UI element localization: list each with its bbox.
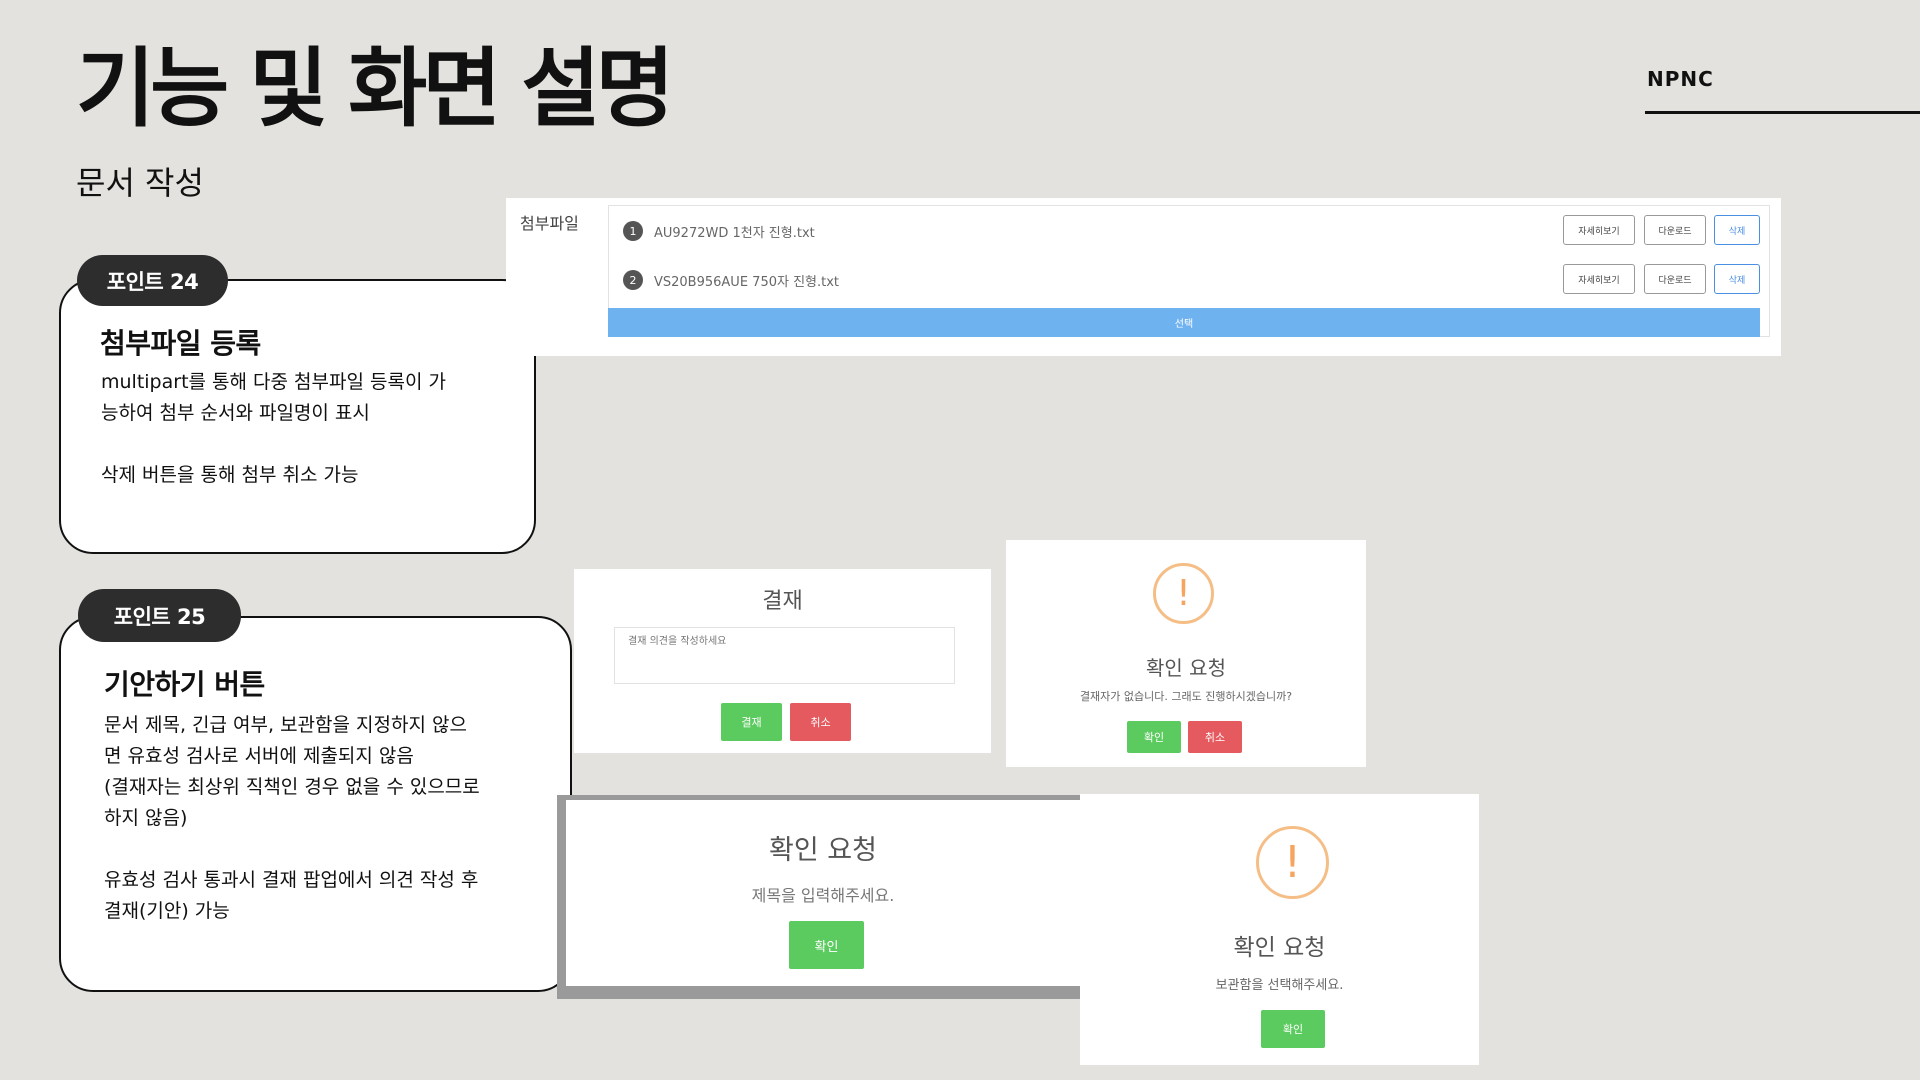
confirm-ok-button[interactable]: 확인 bbox=[1127, 721, 1181, 753]
approval-dialog: 결재 결재 취소 bbox=[574, 569, 991, 753]
detail-button[interactable]: 자세히보기 bbox=[1563, 215, 1635, 245]
point-24-tag: 포인트 24 bbox=[77, 255, 228, 306]
detail-button[interactable]: 자세히보기 bbox=[1563, 264, 1635, 294]
point-25-line: 하지 않음) bbox=[104, 807, 188, 829]
point-24-line: 능하여 첨부 순서와 파일명이 표시 bbox=[101, 402, 370, 424]
delete-button[interactable]: 삭제 bbox=[1714, 215, 1760, 245]
confirm-box-dialog: ! 확인 요청 보관함을 선택해주세요. 확인 bbox=[1080, 794, 1479, 1065]
delete-button[interactable]: 삭제 bbox=[1714, 264, 1760, 294]
point-24-title: 첨부파일 등록 bbox=[100, 327, 261, 360]
brand-label: NPNC bbox=[1647, 67, 1714, 91]
confirm-title-dialog: 확인 요청 제목을 입력해주세요. 확인 bbox=[566, 800, 1080, 986]
select-file-button[interactable]: 선택 bbox=[608, 308, 1760, 337]
confirm-message: 결재자가 없습니다. 그래도 진행하시겠습니까? bbox=[1079, 690, 1293, 703]
approval-dialog-title: 결재 bbox=[762, 589, 803, 614]
cancel-button[interactable]: 취소 bbox=[790, 703, 851, 741]
point-25-line: 면 유효성 검사로 서버에 제출되지 않음 bbox=[104, 745, 414, 767]
page-title: 기능 및 화면 설명 bbox=[76, 39, 675, 139]
point-25-line: (결재자는 최상위 직책인 경우 없을 수 있으므로 bbox=[104, 776, 480, 798]
attachment-label: 첨부파일 bbox=[520, 214, 579, 233]
point-25-line: 문서 제목, 긴급 여부, 보관함을 지정하지 않으 bbox=[104, 714, 467, 736]
attachment-panel: 첨부파일 1 AU9272WD 1천자 진형.txt 자세히보기 다운로드 삭제… bbox=[506, 198, 1781, 356]
point-25-body: 문서 제목, 긴급 여부, 보관함을 지정하지 않으 면 유효성 검사로 서버에… bbox=[104, 710, 480, 927]
confirm-title: 확인 요청 bbox=[1233, 935, 1326, 961]
point-24-card: 첨부파일 등록 multipart를 통해 다중 첨부파일 등록이 가 능하여 … bbox=[59, 279, 536, 554]
confirm-title: 확인 요청 bbox=[1146, 656, 1226, 680]
warning-icon: ! bbox=[1256, 826, 1329, 899]
file-number-badge: 1 bbox=[623, 221, 643, 241]
confirm-message: 보관함을 선택해주세요. bbox=[1215, 978, 1344, 993]
point-25-title: 기안하기 버튼 bbox=[104, 668, 265, 701]
confirm-ok-button[interactable]: 확인 bbox=[1261, 1010, 1325, 1048]
file-name: AU9272WD 1천자 진형.txt bbox=[654, 226, 815, 241]
point-25-line: 결재(기안) 가능 bbox=[104, 900, 230, 922]
point-24-body: multipart를 통해 다중 첨부파일 등록이 가 능하여 첨부 순서와 파… bbox=[101, 367, 446, 491]
approve-button[interactable]: 결재 bbox=[721, 703, 782, 741]
confirm-message: 제목을 입력해주세요. bbox=[751, 886, 895, 905]
file-name: VS20B956AUE 750자 진형.txt bbox=[654, 275, 840, 290]
attachment-row: 1 AU9272WD 1천자 진형.txt 자세히보기 다운로드 삭제 bbox=[609, 206, 1769, 252]
download-button[interactable]: 다운로드 bbox=[1644, 215, 1706, 245]
point-24-line: 삭제 버튼을 통해 첨부 취소 가능 bbox=[101, 464, 359, 486]
download-button[interactable]: 다운로드 bbox=[1644, 264, 1706, 294]
confirm-ok-button[interactable]: 확인 bbox=[789, 921, 864, 969]
point-24-line: multipart를 통해 다중 첨부파일 등록이 가 bbox=[101, 371, 446, 393]
confirm-title: 확인 요청 bbox=[769, 835, 877, 866]
point-25-card: 기안하기 버튼 문서 제목, 긴급 여부, 보관함을 지정하지 않으 면 유효성… bbox=[59, 616, 572, 992]
approval-opinion-input[interactable] bbox=[614, 627, 955, 684]
confirm-cancel-button[interactable]: 취소 bbox=[1188, 721, 1242, 753]
point-25-tag: 포인트 25 bbox=[78, 589, 241, 642]
file-number-badge: 2 bbox=[623, 270, 643, 290]
confirm-no-approver-dialog: ! 확인 요청 결재자가 없습니다. 그래도 진행하시겠습니까? 확인 취소 bbox=[1006, 540, 1366, 767]
attachment-row: 2 VS20B956AUE 750자 진형.txt 자세히보기 다운로드 삭제 bbox=[609, 255, 1769, 301]
confirm-title-dialog-frame: 확인 요청 제목을 입력해주세요. 확인 bbox=[557, 795, 1080, 999]
warning-icon: ! bbox=[1153, 563, 1214, 624]
page-subtitle: 문서 작성 bbox=[76, 164, 204, 202]
brand-underline bbox=[1645, 111, 1920, 114]
point-25-line: 유효성 검사 통과시 결재 팝업에서 의견 작성 후 bbox=[104, 869, 479, 891]
